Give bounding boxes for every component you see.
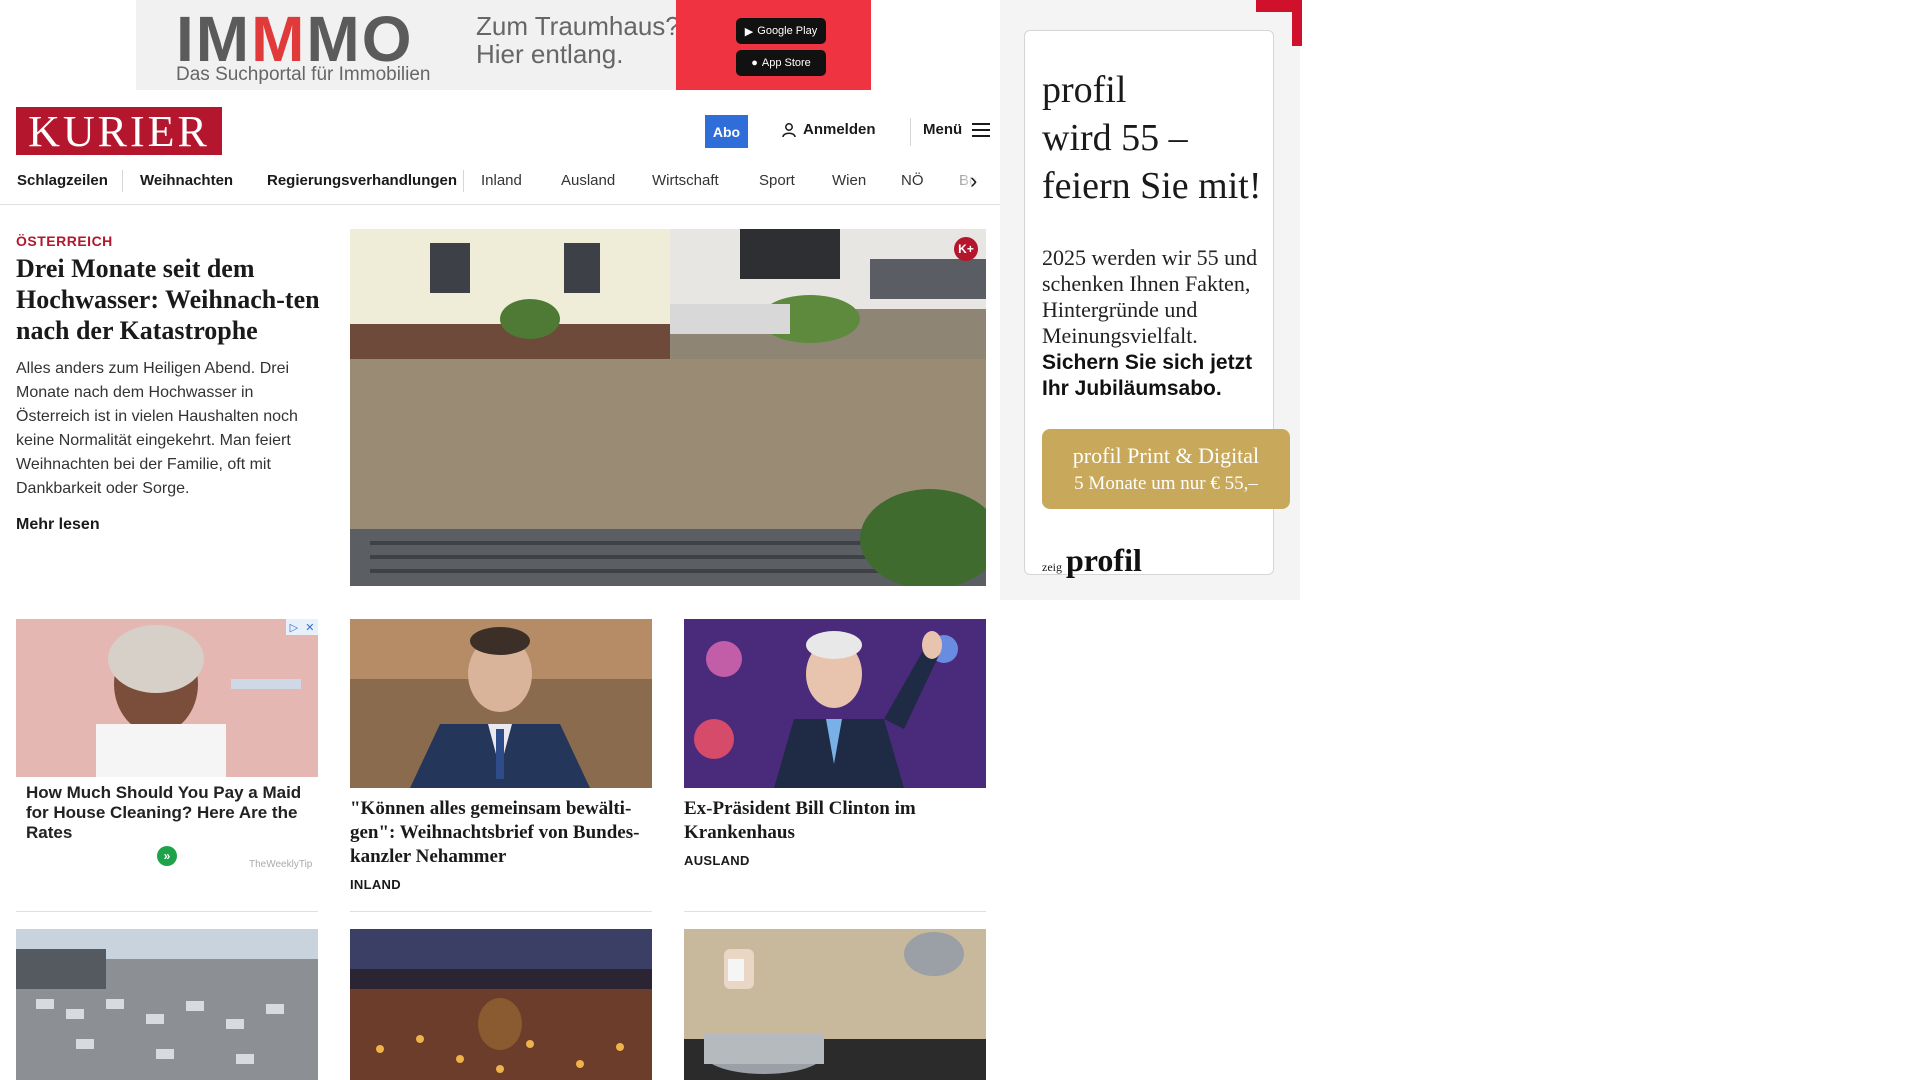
nav-divider xyxy=(463,170,464,192)
ad-source[interactable]: TheWeeklyTip xyxy=(249,859,312,870)
login-label: Anmelden xyxy=(803,121,876,138)
nav-item-schlagzeilen[interactable]: Schlagzeilen xyxy=(17,172,108,189)
profil-cta-button[interactable]: profil Print & Digital 5 Monate um nur €… xyxy=(1042,429,1290,509)
top-banner-ad[interactable]: IMMMO Das Suchportal für Immobilien Zum … xyxy=(136,0,871,90)
row-divider xyxy=(350,911,652,912)
nav-item-regierungsverhandlungen[interactable]: Regierungsverhandlungen xyxy=(267,172,457,189)
google-play-button[interactable]: ▶ Google Play xyxy=(736,18,826,44)
parking-photo xyxy=(16,929,318,1080)
lead-teaser: Alles anders zum Heiligen Abend. Drei Mo… xyxy=(16,360,298,497)
nav-item-wien[interactable]: Wien xyxy=(832,172,866,189)
lead-title[interactable]: Drei Monate seit dem Hochwasser: Weihnac… xyxy=(16,253,321,346)
card-image[interactable] xyxy=(350,619,652,788)
play-icon: ▶ xyxy=(744,25,754,38)
ad-title[interactable]: How Much Should You Pay a Maid for House… xyxy=(26,783,316,843)
menu-label: Menü xyxy=(923,121,963,138)
ad-choices-badge[interactable]: ▷ ✕ xyxy=(286,619,318,635)
card-image[interactable] xyxy=(684,619,986,788)
lead-kicker[interactable]: ÖSTERREICH xyxy=(16,233,113,249)
chevron-right-icon[interactable]: › xyxy=(970,168,977,194)
nav-item-wirtschaft[interactable]: Wirtschaft xyxy=(652,172,719,189)
card-image[interactable] xyxy=(16,929,318,1080)
banner-store-area: ▶ Google Play ● App Store xyxy=(676,0,871,90)
ad-go-button[interactable]: » xyxy=(157,846,177,866)
row-divider xyxy=(16,911,318,912)
cooking-photo xyxy=(684,929,986,1080)
card-category[interactable]: AUSLAND xyxy=(684,853,750,868)
nav-item-ausland[interactable]: Ausland xyxy=(561,172,615,189)
nav-divider xyxy=(122,170,123,192)
nav-item-inland[interactable]: Inland xyxy=(481,172,522,189)
menu-button[interactable]: Menü xyxy=(923,121,991,138)
flood-photo xyxy=(350,229,986,586)
close-icon[interactable]: ✕ xyxy=(305,621,314,634)
memorial-photo xyxy=(350,929,652,1080)
kplus-badge: K+ xyxy=(954,237,978,261)
login-button[interactable]: Anmelden xyxy=(781,121,876,138)
section-nav: Schlagzeilen Weihnachten Regierungsverha… xyxy=(0,160,1004,205)
nehammer-photo xyxy=(350,619,652,788)
card-image[interactable] xyxy=(684,929,986,1080)
row-divider xyxy=(684,911,986,912)
ad-image[interactable]: ▷ ✕ xyxy=(16,619,318,777)
profil-corner-mark xyxy=(1256,0,1302,46)
hamburger-icon xyxy=(972,122,991,137)
nav-item-sport[interactable]: Sport xyxy=(759,172,795,189)
header-divider xyxy=(910,118,911,146)
ad-photo xyxy=(16,619,318,777)
banner-tagline: Das Suchportal für Immobilien xyxy=(176,64,431,85)
profil-footer-logo: zeig profil xyxy=(1042,542,1142,578)
profil-bold: Sichern Sie sich jetzt Ihr Jubiläumsabo. xyxy=(1042,351,1253,400)
card-title[interactable]: "Können alles gemeinsam bewälti-gen": We… xyxy=(350,797,652,869)
banner-claim: Zum Traumhaus? Hier entlang. xyxy=(476,11,680,69)
profil-body: 2025 werden wir 55 und schenken Ihnen Fa… xyxy=(1042,245,1258,348)
nav-item-noe[interactable]: NÖ xyxy=(901,172,924,189)
adchoices-icon: ▷ xyxy=(289,621,299,634)
lead-image[interactable]: K+ xyxy=(350,229,986,586)
app-store-button[interactable]: ● App Store xyxy=(736,50,826,76)
profil-headline: profil wird 55 – feiern Sie mit! xyxy=(1042,69,1262,207)
card-category[interactable]: INLAND xyxy=(350,877,401,892)
read-more-link[interactable]: Mehr lesen xyxy=(16,516,100,534)
abo-button[interactable]: Abo xyxy=(705,115,748,148)
nav-item-weihnachten[interactable]: Weihnachten xyxy=(140,172,233,189)
apple-icon: ● xyxy=(751,57,758,69)
kurier-logo[interactable]: KURIER xyxy=(16,107,222,156)
card-image[interactable] xyxy=(350,929,652,1080)
user-icon xyxy=(782,122,796,137)
card-title[interactable]: Ex-Präsident Bill Clinton im Krankenhaus xyxy=(684,797,986,845)
clinton-photo xyxy=(684,619,986,788)
